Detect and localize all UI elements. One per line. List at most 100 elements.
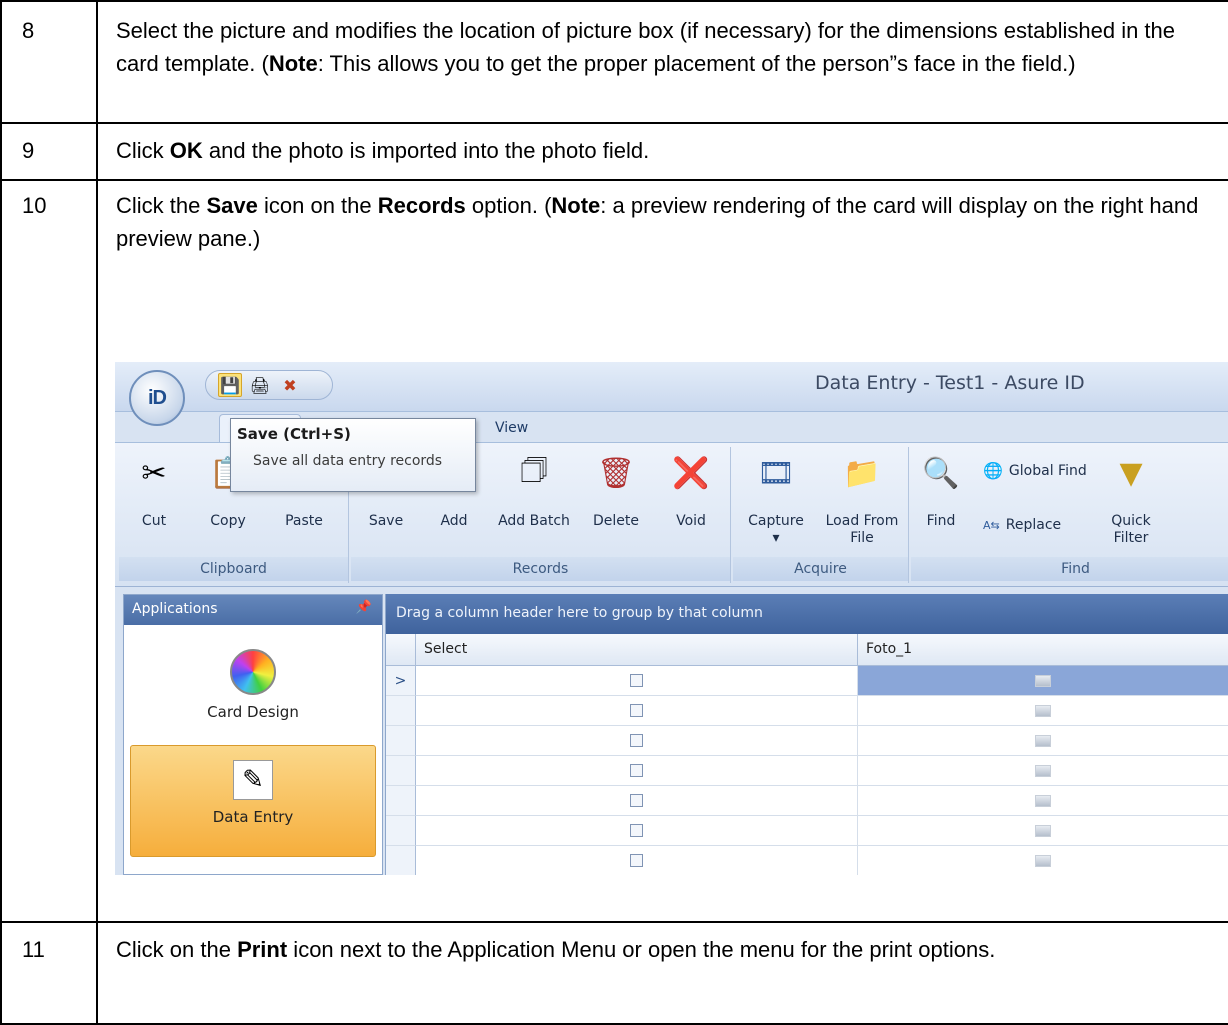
app-orb-icon[interactable]: iD bbox=[129, 370, 185, 426]
picture-icon bbox=[1035, 824, 1051, 837]
replace-button[interactable]: A⇆ Replace bbox=[983, 517, 1061, 533]
step-number: 10 bbox=[22, 193, 47, 218]
pin-icon[interactable]: 📌 bbox=[356, 600, 372, 615]
acquire-group: 🎞 Capture ▾ 📁 Load From File Acquire bbox=[733, 447, 909, 583]
checkbox-icon[interactable] bbox=[630, 794, 643, 807]
paste-label: Paste bbox=[285, 513, 323, 529]
find-button[interactable]: 🔍 Find bbox=[911, 451, 971, 530]
add-batch-button[interactable]: 🗇 Add Batch bbox=[491, 451, 577, 530]
row-indicator[interactable] bbox=[386, 696, 416, 726]
row-indicator[interactable] bbox=[386, 756, 416, 786]
capture-icon: 🎞 bbox=[756, 455, 796, 491]
binoculars-icon: 🔍 bbox=[922, 455, 960, 491]
window-title: Data Entry - Test1 - Asure ID bbox=[815, 372, 1085, 394]
text-run: Click the bbox=[116, 193, 207, 218]
row-indicator[interactable] bbox=[386, 726, 416, 756]
void-icon: ❌ bbox=[672, 455, 710, 491]
row-indicator[interactable]: > bbox=[386, 666, 416, 696]
checkbox-icon[interactable] bbox=[630, 734, 643, 747]
tooltip-description: Save all data entry records bbox=[253, 453, 443, 469]
bold-term: OK bbox=[169, 138, 203, 163]
load-from-file-label: Load From File bbox=[825, 513, 899, 546]
select-cell[interactable] bbox=[416, 756, 858, 786]
delete-icon: 🗑 bbox=[596, 455, 636, 491]
globe-icon: 🌐 bbox=[983, 461, 1003, 480]
foto-cell[interactable] bbox=[858, 846, 1228, 875]
text-run: icon next to the Application Menu or ope… bbox=[287, 937, 996, 962]
delete-button[interactable]: 🗑 Delete bbox=[581, 451, 651, 530]
row-indicator[interactable] bbox=[386, 846, 416, 875]
cut-label: Cut bbox=[141, 513, 167, 529]
picture-icon bbox=[1035, 734, 1051, 747]
select-cell[interactable] bbox=[416, 816, 858, 846]
global-find-button[interactable]: 🌐 Global Find bbox=[983, 461, 1087, 480]
column-header-select[interactable]: Select bbox=[416, 634, 858, 666]
picture-icon bbox=[1035, 674, 1051, 687]
text-run: : This allows you to get the proper plac… bbox=[317, 51, 1076, 76]
checkbox-icon[interactable] bbox=[630, 824, 643, 837]
load-from-file-button[interactable]: 📁 Load From File bbox=[819, 451, 905, 547]
undo-icon[interactable]: ✖ bbox=[278, 373, 302, 397]
select-cell[interactable] bbox=[416, 846, 858, 875]
foto-cell[interactable] bbox=[858, 666, 1228, 696]
tooltip-title: Save (Ctrl+S) bbox=[237, 425, 351, 443]
foto-cell[interactable] bbox=[858, 696, 1228, 726]
card-design-label: Card Design bbox=[207, 703, 299, 721]
select-cell[interactable] bbox=[416, 786, 858, 816]
print-icon[interactable]: 🖨 bbox=[248, 373, 272, 397]
quick-filter-label: Quick Filter bbox=[1111, 513, 1151, 546]
row-indicator[interactable] bbox=[386, 816, 416, 846]
add-label: Add bbox=[440, 513, 468, 529]
applications-header: Applications 📌 bbox=[124, 595, 382, 625]
select-cell[interactable] bbox=[416, 726, 858, 756]
step-text: Select the picture and modifies the loca… bbox=[116, 14, 1206, 80]
void-label: Void bbox=[676, 513, 706, 529]
notepad-icon: ✎ bbox=[233, 760, 273, 800]
add-batch-label: Add Batch bbox=[498, 513, 570, 529]
step-text: Click on the Print icon next to the Appl… bbox=[116, 933, 1206, 966]
foto-cell[interactable] bbox=[858, 726, 1228, 756]
foto-cell[interactable] bbox=[858, 756, 1228, 786]
tab-view[interactable]: View bbox=[495, 420, 528, 436]
checkbox-icon[interactable] bbox=[630, 854, 643, 867]
save-label: Save bbox=[368, 513, 404, 529]
foto-cell[interactable] bbox=[858, 786, 1228, 816]
quick-access-toolbar: 💾 🖨 ✖ bbox=[205, 370, 333, 400]
checkbox-icon[interactable] bbox=[630, 764, 643, 777]
filter-icon: ▼ bbox=[1119, 455, 1143, 491]
column-header-foto[interactable]: Foto_1 bbox=[858, 634, 1228, 666]
picture-icon bbox=[1035, 794, 1051, 807]
quick-filter-button[interactable]: ▼ Quick Filter bbox=[1101, 451, 1161, 547]
capture-button[interactable]: 🎞 Capture ▾ bbox=[737, 451, 815, 547]
text-run: and the photo is imported into the photo… bbox=[202, 138, 650, 163]
acquire-group-label: Acquire bbox=[733, 557, 908, 581]
copy-label: Copy bbox=[210, 513, 246, 529]
select-cell[interactable] bbox=[416, 696, 858, 726]
app-card-design[interactable]: Card Design bbox=[130, 649, 376, 729]
checkbox-icon[interactable] bbox=[630, 674, 643, 687]
bold-term: Note bbox=[268, 51, 318, 76]
row-indicator[interactable] bbox=[386, 786, 416, 816]
logo-text: iD bbox=[148, 386, 167, 409]
capture-label: Capture ▾ bbox=[748, 513, 804, 546]
bold-term: Records bbox=[377, 193, 466, 218]
clipboard-group-label: Clipboard bbox=[119, 557, 348, 581]
find-label: Find bbox=[926, 513, 956, 529]
foto-cell[interactable] bbox=[858, 816, 1228, 846]
checkbox-icon[interactable] bbox=[630, 704, 643, 717]
step-text: Click the Save icon on the Records optio… bbox=[116, 189, 1206, 255]
cut-button[interactable]: ✂ Cut bbox=[119, 451, 189, 530]
cut-icon: ✂ bbox=[141, 455, 167, 491]
find-group-label: Find bbox=[911, 557, 1228, 581]
text-run: icon on the bbox=[257, 193, 378, 218]
select-cell[interactable] bbox=[416, 666, 858, 696]
app-data-entry[interactable]: ✎ Data Entry bbox=[130, 745, 376, 857]
group-by-bar[interactable]: Drag a column header here to group by th… bbox=[386, 594, 1228, 634]
data-grid: Drag a column header here to group by th… bbox=[385, 594, 1228, 875]
text-run: option. ( bbox=[465, 193, 552, 218]
save-icon[interactable]: 💾 bbox=[218, 373, 242, 397]
data-entry-label: Data Entry bbox=[212, 808, 294, 826]
void-button[interactable]: ❌ Void bbox=[656, 451, 726, 530]
records-group-label: Records bbox=[351, 557, 730, 581]
step-number: 9 bbox=[22, 138, 35, 163]
